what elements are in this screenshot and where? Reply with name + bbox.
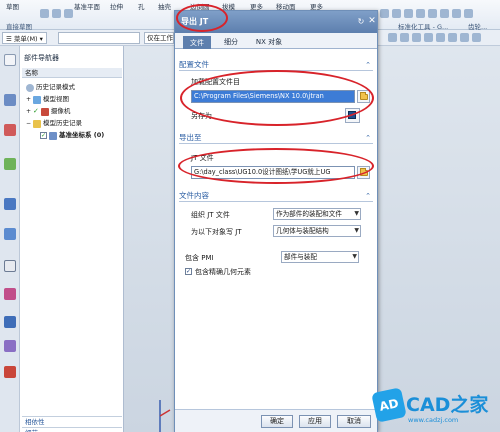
tree-item-model-views[interactable]: + 模型视图: [26, 94, 69, 105]
ribbon-item-datum-plane[interactable]: 基准平面: [74, 1, 100, 11]
expand-icon: +: [26, 108, 32, 115]
write-jt-label: 为以下对象写 JT: [191, 228, 242, 236]
details-panel-header[interactable]: 细节: [22, 427, 122, 432]
selection-scope-combo[interactable]: 仅在工作: [144, 32, 174, 44]
resource-bar: [0, 46, 20, 432]
navigator-column-header[interactable]: 名称: [22, 68, 122, 78]
navigator-title: 部件导航器: [24, 54, 59, 62]
watermark-text: CAD之家: [406, 394, 489, 416]
include-exact-geometry-label: 包含精确几何元素: [195, 268, 251, 276]
snap-icons: [388, 33, 481, 43]
settings-icon[interactable]: [4, 54, 16, 66]
tab-file[interactable]: 文件: [183, 36, 211, 49]
ribbon-item-sketch[interactable]: 草图: [6, 1, 19, 11]
watermark-url: www.cadzj.com: [408, 416, 459, 424]
jt-file-path-input[interactable]: G:\day_class\UG10.0设计图纸\学UG就上UG: [191, 166, 355, 179]
model-views-icon: [33, 95, 42, 104]
checkmark-icon: ✓: [33, 107, 39, 115]
expand-icon: +: [26, 96, 32, 103]
load-config-path-input[interactable]: C:\Program Files\Siemens\NX 10.0\jtran: [191, 90, 355, 103]
chevron-down-icon: ▼: [352, 253, 357, 260]
browse-jt-file-button[interactable]: [357, 166, 370, 179]
collapse-caret-icon[interactable]: ⌃: [365, 59, 371, 71]
save-as-button[interactable]: [345, 108, 360, 123]
visibility-checkbox[interactable]: ✓: [40, 132, 47, 139]
ribbon-item-extrude[interactable]: 拉伸: [110, 1, 123, 11]
collapse-caret-icon[interactable]: ⌃: [365, 190, 371, 202]
save-as-label: 另存为: [191, 112, 212, 120]
camera-icon: [40, 107, 49, 116]
web-browser-icon[interactable]: [4, 228, 16, 240]
part-navigator-icon[interactable]: [4, 158, 16, 170]
dialog-title: 导出 JT: [181, 17, 209, 26]
part-navigator-panel: 部件导航器 名称 历史记录模式 + 模型视图 + ✓ 摄像机 − 模型历史记录 …: [20, 46, 124, 432]
collapse-icon: −: [26, 120, 32, 127]
ribbon-icons-right: [380, 9, 473, 19]
folder-open-icon: [360, 168, 368, 176]
tab-tessellation[interactable]: 细分: [219, 36, 243, 49]
chevron-down-icon: ▼: [354, 210, 359, 217]
include-pmi-select[interactable]: 部件与装配 ▼: [281, 251, 359, 263]
include-exact-geometry-checkbox[interactable]: ✓: [185, 268, 192, 275]
menu-icon: ☰: [6, 35, 14, 43]
dialog-title-bar[interactable]: 导出 JT ↻ ✕: [175, 11, 377, 33]
datum-csys-icon: [49, 131, 57, 140]
clock-icon: [26, 83, 34, 92]
history-icon[interactable]: [4, 260, 16, 272]
collapse-caret-icon[interactable]: ⌃: [365, 132, 371, 144]
ribbon-item-hole[interactable]: 孔: [138, 1, 145, 11]
dialog-footer: 确定 应用 取消: [175, 409, 377, 432]
reset-icon[interactable]: ↻: [357, 17, 365, 26]
tree-item-history-mode[interactable]: 历史记录模式: [26, 82, 75, 93]
export-jt-dialog: 导出 JT ↻ ✕ 文件 细分 NX 对象 配置文件 ⌃ 加载配置文件目 C:\…: [174, 10, 378, 432]
section-file-content[interactable]: 文件内容 ⌃: [179, 190, 373, 202]
section-export-to[interactable]: 导出至 ⌃: [179, 132, 373, 144]
section-config-file[interactable]: 配置文件 ⌃: [179, 59, 373, 71]
assembly-navigator-icon[interactable]: [4, 94, 16, 106]
ribbon-item-shell[interactable]: 抽壳: [158, 1, 171, 11]
save-as-icon: [348, 111, 356, 119]
organize-jt-label: 组织 JT 文件: [191, 211, 230, 219]
tab-nx-objects[interactable]: NX 对象: [249, 36, 289, 49]
close-icon[interactable]: ✕: [367, 16, 377, 27]
tree-item-cameras[interactable]: + ✓ 摄像机: [26, 106, 70, 117]
watermark: AD CAD之家 www.cadzj.com: [371, 384, 498, 430]
folder-open-icon: [360, 92, 368, 100]
ribbon-icons-left: [40, 9, 73, 19]
cancel-button[interactable]: 取消: [337, 415, 371, 428]
ok-button[interactable]: 确定: [261, 415, 293, 428]
roles-icon[interactable]: [4, 340, 16, 352]
system-scene-icon[interactable]: [4, 366, 16, 378]
dialog-tabs: 文件 细分 NX 对象: [175, 33, 377, 49]
organize-jt-select[interactable]: 作为部件的装配和文件 ▼: [273, 208, 361, 220]
load-config-label: 加载配置文件目: [191, 78, 240, 86]
system-materials-icon[interactable]: [4, 288, 16, 300]
reuse-library-icon[interactable]: [4, 198, 16, 210]
constraint-navigator-icon[interactable]: [4, 124, 16, 136]
write-jt-select[interactable]: 几何体与装配结构 ▼: [273, 225, 361, 237]
dependencies-panel-header[interactable]: 相依性: [22, 416, 122, 426]
include-pmi-label: 包含 PMI: [185, 254, 214, 262]
menu-button[interactable]: ☰ 菜单(M) ▾: [2, 32, 47, 44]
tree-item-datum-csys[interactable]: ✓ 基准坐标系 (0): [40, 130, 104, 141]
chevron-down-icon: ▼: [354, 227, 359, 234]
selection-filter-combo[interactable]: [58, 32, 140, 44]
apply-button[interactable]: 应用: [299, 415, 331, 428]
jt-file-label: JT 文件: [191, 154, 214, 162]
tree-item-model-history[interactable]: − 模型历史记录: [26, 118, 82, 129]
browse-config-button[interactable]: [357, 90, 370, 103]
folder-icon: [33, 119, 42, 128]
process-studio-icon[interactable]: [4, 316, 16, 328]
cad-home-logo: AD: [371, 387, 407, 423]
